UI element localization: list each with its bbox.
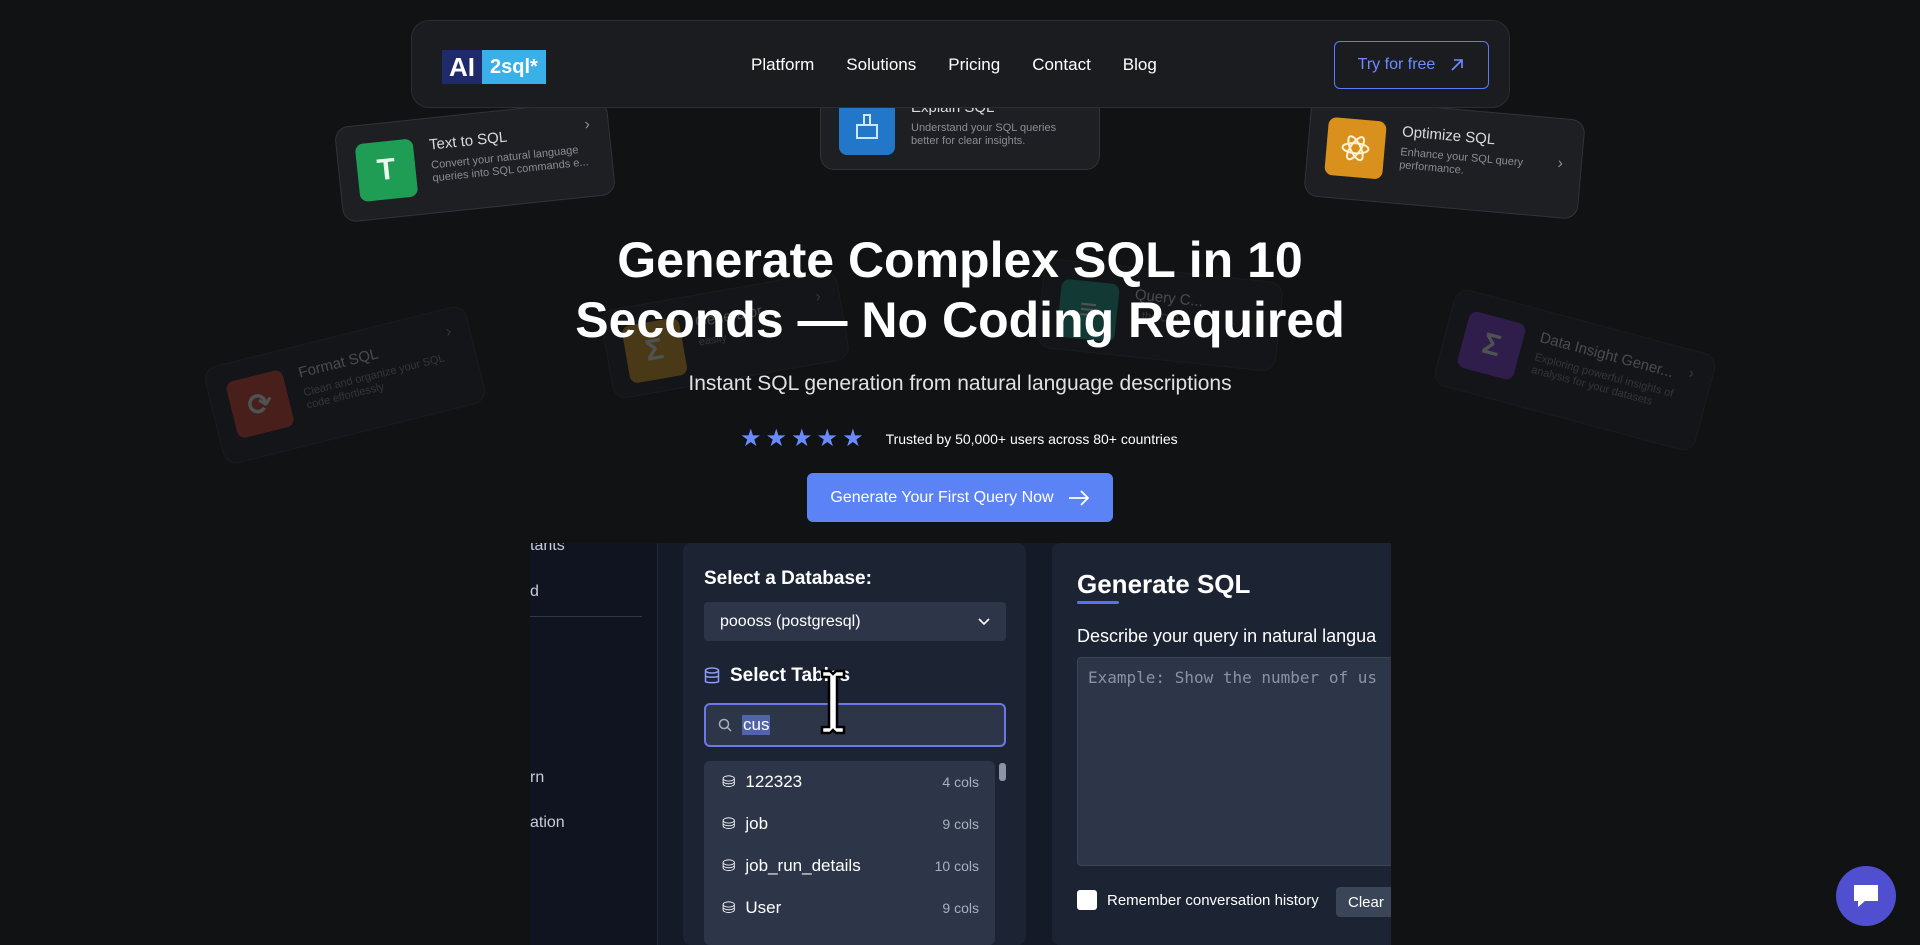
try-for-free-button[interactable]: Try for free [1334,41,1489,89]
table-row[interactable]: ⛁ User 9 cols [704,887,995,929]
app-sidebar: tants d rn ation [530,543,658,945]
text-icon: T [354,138,419,203]
logo-sql-text: 2sql* [482,50,546,84]
nav-link-pricing[interactable]: Pricing [948,55,1000,75]
chevron-down-icon [978,617,990,625]
hero-subtitle: Instant SQL generation from natural lang… [688,372,1232,395]
title-underline [1077,601,1119,604]
table-search-value: cus [742,715,771,735]
nav-link-platform[interactable]: Platform [751,55,814,75]
cta-label: Generate Your First Query Now [830,488,1054,506]
table-cols: 10 cols [934,858,979,874]
trust-text: Trusted by 50,000+ users across 80+ coun… [885,430,1178,447]
table-cols: 4 cols [942,774,979,790]
database-select-value: poooss (postgresql) [720,612,861,630]
logo-ai-text: AI [442,50,482,84]
remember-history-checkbox[interactable] [1077,890,1097,910]
table-search-input[interactable]: cus [704,703,1006,747]
sidebar-item[interactable]: ation [530,814,565,832]
trust-row: ★★★★★ Trusted by 50,000+ users across 80… [740,424,1178,453]
table-cols: 9 cols [942,900,979,916]
sidebar-item[interactable]: d [530,583,539,601]
database-icon: ⛁ [722,858,736,875]
remember-history-row: Remember conversation history [1077,890,1319,910]
feature-card-optimize-sql[interactable]: Optimize SQL Enhance your SQL query perf… [1303,96,1586,220]
database-icon [704,667,720,684]
nav-link-solutions[interactable]: Solutions [846,55,916,75]
table-list-scrollbar[interactable] [999,763,1006,781]
arrow-up-right-icon [1451,59,1464,71]
feature-card-desc: Understand your SQL queries better for c… [911,122,1057,147]
search-icon [718,718,732,732]
generate-sql-panel: Generate SQL Describe your query in natu… [1052,543,1391,945]
generate-first-query-button[interactable]: Generate Your First Query Now [807,473,1113,522]
hero-title: Generate Complex SQL in 10 Seconds — No … [0,230,1920,350]
query-textarea[interactable]: Example: Show the number of us [1077,657,1391,866]
clear-button[interactable]: Clear [1336,887,1391,917]
nav-link-contact[interactable]: Contact [1032,55,1091,75]
table-list: ⛁ 122323 4 cols ⛁ job 9 cols ⛁ job_run_d… [704,761,995,945]
chat-widget-button[interactable] [1836,866,1896,926]
nav-link-blog[interactable]: Blog [1123,55,1157,75]
sidebar-item[interactable]: tants [530,543,565,555]
nav-links: Platform Solutions Pricing Contact Blog [751,21,1157,109]
database-icon: ⛁ [722,816,736,833]
table-name: job [745,814,769,833]
select-database-label: Select a Database: [704,568,872,589]
atom-icon [1324,116,1387,180]
app-preview: tants d rn ation Select a Database: pooo… [530,543,1391,945]
hero-title-line-1: Generate Complex SQL in 10 [617,232,1303,288]
feature-card-text-to-sql[interactable]: T Text to SQL Convert your natural langu… [333,98,617,224]
generate-sql-title: Generate SQL [1077,569,1251,599]
try-for-free-label: Try for free [1357,56,1436,73]
arrow-right-icon [1068,489,1089,506]
brand-logo[interactable]: AI 2sql* [442,50,546,84]
sidebar-divider [530,616,642,617]
chevron-right-icon: › [583,115,591,134]
table-row[interactable]: ⛁ job_run_details 10 cols [704,845,995,887]
database-panel: Select a Database: poooss (postgresql) S… [683,543,1026,945]
table-cols: 9 cols [942,816,979,832]
chevron-right-icon: › [1556,154,1564,173]
hero-title-line-2: Seconds — No Coding Required [575,292,1345,348]
database-icon: ⛁ [722,900,736,917]
database-select[interactable]: poooss (postgresql) [704,602,1006,641]
remember-history-label: Remember conversation history [1107,891,1319,909]
table-name: job_run_details [745,856,861,875]
table-name: User [745,898,782,917]
rating-stars-icon: ★★★★★ [740,425,868,452]
describe-query-label: Describe your query in natural langua [1077,626,1377,646]
text-cursor-icon [820,669,846,735]
top-navbar: AI 2sql* Platform Solutions Pricing Cont… [411,20,1510,108]
table-name: 122323 [745,772,803,791]
table-row[interactable]: ⛁ 122323 4 cols [704,761,995,803]
sidebar-item[interactable]: rn [530,769,544,787]
table-row[interactable]: ⛁ job 9 cols [704,803,995,845]
chat-bubble-icon [1854,885,1878,907]
database-icon: ⛁ [722,774,736,791]
